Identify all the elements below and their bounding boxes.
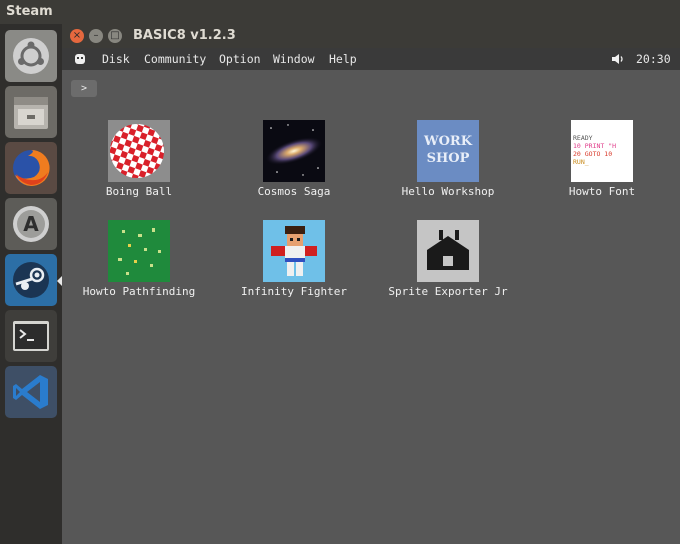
minimize-button[interactable]: – (89, 29, 103, 43)
program-label: Hello Workshop (401, 185, 495, 198)
workshop-icon-line2: SHOP (426, 151, 470, 166)
program-label: Infinity Fighter (241, 285, 347, 298)
window-title: BASIC8 v1.2.3 (133, 28, 236, 43)
font-icon-line2: 10 PRINT "H (573, 142, 617, 150)
galaxy-icon (263, 120, 325, 182)
terminal-icon (8, 313, 54, 359)
sprite-exporter-icon (417, 220, 479, 282)
basic8-logo-icon[interactable] (74, 53, 86, 65)
workshop-icon: WORK SHOP (417, 120, 479, 182)
launcher-item-vscode[interactable] (5, 366, 57, 418)
launcher-item-files[interactable] (5, 86, 57, 138)
fighter-icon (263, 220, 325, 282)
ubuntu-dash-icon (8, 33, 54, 79)
launcher-item-software[interactable]: A (5, 198, 57, 250)
program-howto-pathfinding[interactable]: Howto Pathfinding (64, 220, 214, 299)
font-icon-line3: 20 GOTO 10 (573, 150, 613, 158)
launcher: A (0, 24, 62, 544)
menu-bar: Disk Community Option Window Help 20:30 (62, 48, 680, 70)
volume-icon[interactable] (611, 53, 625, 65)
clock: 20:30 (636, 52, 671, 66)
program-label: Sprite Exporter Jr (388, 285, 508, 298)
pathfinding-icon (108, 220, 170, 282)
firefox-icon (8, 145, 54, 191)
menu-help[interactable]: Help (329, 48, 357, 70)
boing-ball-icon (108, 120, 170, 182)
menu-disk[interactable]: Disk (102, 48, 130, 70)
font-icon-line1: READY (573, 134, 593, 142)
menu-window[interactable]: Window (273, 48, 315, 70)
svg-text:A: A (23, 212, 39, 236)
window-titlebar[interactable]: × – □ BASIC8 v1.2.3 (62, 24, 680, 48)
launcher-item-steam[interactable] (5, 254, 57, 306)
menu-community[interactable]: Community (144, 48, 206, 70)
launcher-item-terminal[interactable] (5, 310, 57, 362)
system-top-panel: Steam (0, 0, 680, 24)
software-center-icon: A (8, 201, 54, 247)
path-button[interactable]: > (71, 80, 97, 97)
program-label: Howto Font (568, 185, 636, 198)
font-icon-line4: RUN_ (573, 158, 589, 166)
menu-option[interactable]: Option (219, 48, 261, 70)
files-icon (8, 89, 54, 135)
active-app-title: Steam (6, 4, 53, 19)
font-icon: READY 10 PRINT "H 20 GOTO 10 RUN_ (571, 120, 633, 182)
program-hello-workshop[interactable]: WORK SHOP Hello Workshop (373, 120, 523, 199)
basic8-window: × – □ BASIC8 v1.2.3 Disk Community Optio… (62, 24, 680, 544)
program-howto-font[interactable]: READY 10 PRINT "H 20 GOTO 10 RUN_ Howto … (527, 120, 677, 199)
program-boing-ball[interactable]: Boing Ball (64, 120, 214, 199)
maximize-button[interactable]: □ (108, 29, 122, 43)
program-infinity-fighter[interactable]: Infinity Fighter (219, 220, 369, 299)
program-label: Howto Pathfinding (82, 285, 196, 298)
vscode-icon (8, 369, 54, 415)
close-button[interactable]: × (70, 29, 84, 43)
steam-icon (8, 257, 54, 303)
program-cosmos-saga[interactable]: Cosmos Saga (219, 120, 369, 199)
program-label: Cosmos Saga (257, 185, 331, 198)
launcher-item-firefox[interactable] (5, 142, 57, 194)
program-sprite-exporter-jr[interactable]: Sprite Exporter Jr (373, 220, 523, 299)
launcher-item-dash[interactable] (5, 30, 57, 82)
workshop-icon-line1: WORK (423, 134, 473, 149)
program-label: Boing Ball (105, 185, 173, 198)
